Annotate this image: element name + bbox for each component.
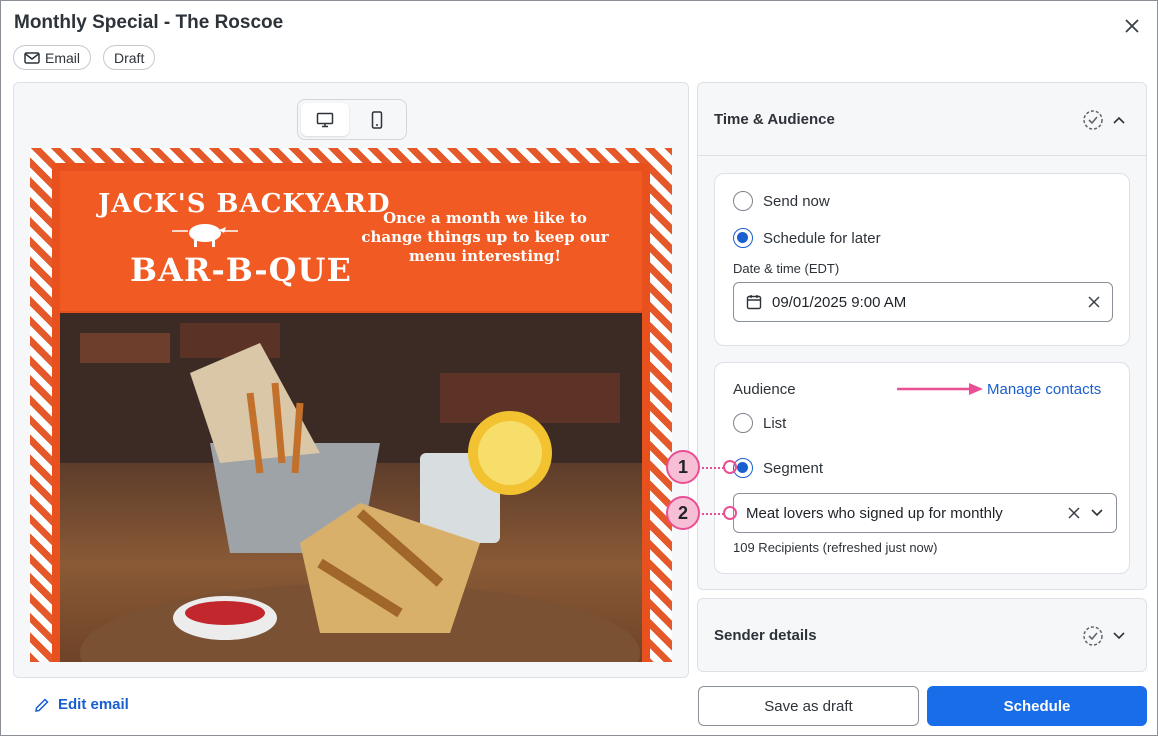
datetime-label: Date & time (EDT): [733, 261, 840, 276]
email-tag-label: Email: [45, 49, 81, 66]
callout-2-line: [702, 513, 724, 515]
food-photo-image: [60, 313, 642, 662]
callout-1: 1: [666, 450, 700, 484]
envelope-icon: [24, 51, 40, 64]
email-tag: Email: [13, 45, 92, 70]
logo-text-bottom: BAR-B-QUE: [130, 251, 352, 289]
device-toggle: [297, 99, 407, 140]
list-option[interactable]: List: [733, 413, 786, 433]
segment-value: Meat lovers who signed up for monthly: [746, 504, 1003, 522]
pencil-icon: [35, 697, 49, 712]
email-tagline: Once a month we like to change things up…: [361, 209, 609, 265]
check-circle-icon: [1083, 626, 1103, 646]
segment-select[interactable]: Meat lovers who signed up for monthly: [733, 493, 1117, 533]
arrow-right-icon: [897, 383, 983, 395]
check-circle-icon: [1083, 110, 1103, 130]
draft-tag: Draft: [103, 45, 156, 70]
datetime-field[interactable]: 09/01/2025 9:00 AM: [733, 282, 1113, 322]
audience-card: Audience Manage contacts List Segment Me…: [714, 362, 1130, 574]
email-body: JACK'S BACKYARD BAR-B-QUE Once a month w…: [52, 163, 650, 662]
time-audience-header[interactable]: Time & Audience: [698, 83, 1146, 156]
close-button[interactable]: [1121, 15, 1143, 37]
clear-icon: [1088, 296, 1100, 308]
datetime-value: 09/01/2025 9:00 AM: [772, 293, 907, 311]
send-now-radio[interactable]: [733, 191, 753, 211]
callout-2: 2: [666, 496, 700, 530]
time-audience-title: Time & Audience: [714, 111, 835, 128]
dialog-window: Monthly Special - The Roscoe Email Draft…: [0, 0, 1158, 736]
chevron-down-icon: [1091, 509, 1103, 517]
email-preview-panel: JACK'S BACKYARD BAR-B-QUE Once a month w…: [13, 82, 689, 678]
draft-tag-label: Draft: [114, 49, 145, 66]
list-label: List: [763, 414, 787, 432]
edit-email-link[interactable]: Edit email: [34, 696, 129, 713]
send-now-label: Send now: [763, 192, 830, 210]
schedule-later-label: Schedule for later: [763, 229, 881, 247]
list-radio[interactable]: [733, 413, 753, 433]
desktop-view-button[interactable]: [301, 103, 349, 136]
mobile-view-button[interactable]: [353, 103, 401, 136]
mobile-icon: [371, 110, 383, 129]
manage-contacts-link[interactable]: Manage contacts: [987, 381, 1101, 398]
edit-email-label: Edit email: [58, 696, 129, 713]
food-photo: [60, 313, 642, 662]
segment-label: Segment: [763, 459, 824, 477]
time-card: Send now Schedule for later Date & time …: [714, 173, 1130, 346]
desktop-icon: [316, 112, 334, 127]
schedule-later-option[interactable]: Schedule for later: [733, 228, 881, 248]
time-audience-section: Time & Audience Send now Schedule for la…: [697, 82, 1147, 590]
recipients-count: 109 Recipients (refreshed just now): [733, 540, 938, 555]
close-icon: [1125, 19, 1139, 33]
callout-1-ring: [723, 460, 737, 474]
calendar-icon: [746, 295, 762, 310]
send-now-option[interactable]: Send now: [733, 191, 830, 211]
callout-1-line: [702, 467, 724, 469]
email-canvas: JACK'S BACKYARD BAR-B-QUE Once a month w…: [30, 148, 672, 662]
audience-label: Audience: [733, 381, 796, 398]
schedule-later-radio[interactable]: [733, 228, 753, 248]
sender-details-section[interactable]: Sender details: [697, 598, 1147, 672]
clear-segment-button[interactable]: [1068, 507, 1080, 519]
page-title: Monthly Special - The Roscoe: [14, 12, 284, 33]
segment-option[interactable]: Segment: [733, 458, 823, 478]
sender-details-title: Sender details: [714, 627, 817, 644]
segment-dropdown-button[interactable]: [1090, 508, 1104, 518]
schedule-button[interactable]: Schedule: [927, 686, 1147, 726]
pig-icon: [172, 224, 238, 247]
chevron-up-icon[interactable]: [1112, 115, 1126, 125]
chevron-down-icon[interactable]: [1112, 631, 1126, 641]
email-header: JACK'S BACKYARD BAR-B-QUE Once a month w…: [60, 171, 642, 311]
clear-icon: [1068, 507, 1080, 519]
save-draft-button[interactable]: Save as draft: [698, 686, 919, 726]
callout-2-ring: [723, 506, 737, 520]
clear-datetime-button[interactable]: [1088, 296, 1100, 308]
